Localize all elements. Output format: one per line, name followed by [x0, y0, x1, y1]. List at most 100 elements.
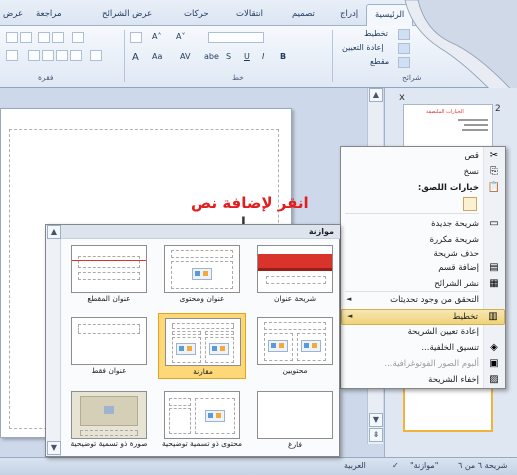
scroll-up-icon[interactable]: ▲ [47, 225, 61, 239]
tab-design[interactable]: تصميم [292, 9, 315, 19]
thumb-title: الخيارات الملتصقة [426, 109, 464, 115]
menu-item-cut[interactable]: ✂ قص [341, 149, 505, 165]
tab-slideshow[interactable]: عرض الشرائح [102, 9, 152, 19]
section-button[interactable]: مقطع [370, 57, 389, 66]
layout-tile-section[interactable]: عنوان المقطع [65, 241, 153, 307]
title-placeholder[interactable]: انقر لإضافة نص [191, 194, 309, 212]
bold-button[interactable]: B [280, 52, 286, 61]
picture-icon [203, 271, 208, 276]
scroll-up-icon[interactable]: ▲ [369, 88, 383, 102]
title-box [172, 323, 234, 329]
menu-separator [345, 291, 479, 292]
submenu-arrow-icon: ◄ [346, 295, 352, 303]
layout-tile-label: فارغ [288, 440, 302, 449]
layout-tile-title-slide[interactable]: شريحة عنوان [251, 241, 339, 307]
font-color-button[interactable]: A [132, 52, 139, 63]
menu-item-check-updates[interactable]: التحقق من وجود تحديثات ◄ [341, 293, 505, 309]
menu-item-hide-slide[interactable]: ▨ إخفاء الشريحة [341, 373, 505, 389]
close-icon[interactable]: x [399, 92, 411, 104]
layout-tile-label: شريحة عنوان [274, 294, 316, 303]
tab-insert[interactable]: إدراج [340, 9, 358, 19]
align-right-icon[interactable] [42, 50, 54, 61]
slide-number: 2 [495, 104, 501, 114]
layout-tile-picture-caption[interactable]: صورة ذو تسمية توضيحية [65, 387, 153, 453]
caption-title [169, 398, 191, 406]
tab-review[interactable]: مراجعة [36, 9, 62, 19]
char-spacing-button[interactable]: AV [180, 52, 190, 61]
layout-button[interactable]: تخطيط [364, 29, 388, 38]
bullets-icon[interactable] [52, 32, 64, 43]
layout-icon: ▥ [488, 311, 498, 322]
menu-item-paste-options[interactable]: 📋 خيارات اللصق: [341, 181, 505, 197]
gallery-scrollbar[interactable]: ▲ ▼ [46, 225, 61, 456]
menu-item-copy[interactable]: ⎘ نسخ [341, 165, 505, 181]
underline-button[interactable]: U [244, 52, 250, 61]
direction-icon[interactable] [6, 50, 18, 61]
layout-icon [398, 29, 410, 40]
layout-tile-title-content[interactable]: عنوان ومحتوى [158, 241, 246, 307]
indent-decrease-icon[interactable] [20, 32, 32, 43]
scroll-down-icon[interactable]: ▼ [47, 441, 61, 455]
menu-item-new-slide[interactable]: ▭ شريحة جديدة [341, 217, 505, 233]
layout-tile-label: عنوان المقطع [87, 294, 131, 303]
gallery-header: موازنة [61, 225, 340, 239]
tab-home[interactable]: الرئيسية [366, 4, 414, 27]
columns-icon[interactable] [90, 50, 102, 61]
strikethrough-button[interactable]: abe [204, 52, 219, 61]
layout-tile-comparison[interactable]: مقارنة [158, 313, 246, 379]
layout-tile-blank[interactable]: فارغ [251, 387, 339, 453]
align-left-icon[interactable] [70, 50, 82, 61]
menu-item-format-background[interactable]: ◈ تنسيق الخلفية... [341, 341, 505, 357]
subtitle-box [266, 276, 326, 284]
menu-item-photo-album: ▣ ألبوم الصور الفوتوغرافية... [341, 357, 505, 373]
cut-icon: ✂ [489, 150, 499, 161]
title-box [171, 250, 233, 258]
tab-animations[interactable]: حركات [184, 9, 209, 19]
indent-increase-icon[interactable] [6, 32, 18, 43]
chart-icon [208, 413, 213, 418]
menu-item-add-section[interactable]: ▤ إضافة قسم [341, 261, 505, 277]
shadow-button[interactable]: S [226, 52, 231, 61]
section-box [78, 256, 140, 268]
menu-item-reset-slide[interactable]: إعادة تعيين الشريحة [341, 325, 505, 341]
page-down-icon[interactable]: ⇟ [369, 428, 383, 442]
group-label-font: خط [232, 73, 244, 82]
layout-tile-title-only[interactable]: عنوان فقط [65, 313, 153, 379]
numbering-icon[interactable] [38, 32, 50, 43]
chart-icon [304, 343, 309, 348]
spellcheck-icon[interactable]: ✓ [392, 461, 399, 470]
reset-button[interactable]: إعادة التعيين [342, 43, 384, 52]
language-indicator[interactable]: العربية [344, 461, 366, 470]
tab-view[interactable]: عرض [3, 9, 23, 19]
italic-button[interactable]: I [262, 52, 264, 61]
align-center-icon[interactable] [56, 50, 68, 61]
layout-tile-two-content[interactable]: محتويين [251, 313, 339, 379]
scroll-down-icon[interactable]: ▼ [369, 413, 383, 427]
justify-icon[interactable] [28, 50, 40, 61]
paste-keep-format-icon[interactable] [463, 197, 477, 211]
slide-count: شريحة ٦ من ٦ [458, 461, 508, 470]
menu-item-label: تخطيط [452, 312, 478, 322]
thumb-line [458, 119, 488, 121]
tab-transitions[interactable]: انتقالات [236, 9, 263, 19]
text-box [78, 272, 140, 280]
clear-format-icon[interactable] [130, 32, 142, 43]
font-size-box[interactable] [208, 32, 264, 43]
menu-item-label: إعادة تعيين الشريحة [407, 327, 479, 337]
layout-preview [71, 245, 147, 293]
menu-item-label: نسخ [463, 167, 479, 177]
layout-tile-content-caption[interactable]: محتوى ذو تسمية توضيحية [158, 387, 246, 453]
change-case-button[interactable]: Aa [152, 52, 162, 61]
font-size-up-button[interactable]: A˄ [152, 32, 161, 41]
paste-options-icon: 📋 [487, 182, 501, 193]
theme-name[interactable]: "موازنة" [410, 461, 438, 470]
menu-item-label: شريحة جديدة [431, 219, 479, 229]
thumb-line [462, 129, 488, 131]
duplicate-slide-icon [487, 234, 501, 247]
line-spacing-icon[interactable] [72, 32, 84, 43]
font-size-down-button[interactable]: A˅ [176, 32, 185, 41]
layout-preview [257, 245, 333, 293]
title-box [78, 324, 140, 334]
menu-item-layout[interactable]: ▥ تخطيط ◄ [341, 309, 505, 325]
copy-icon: ⎘ [490, 166, 498, 177]
